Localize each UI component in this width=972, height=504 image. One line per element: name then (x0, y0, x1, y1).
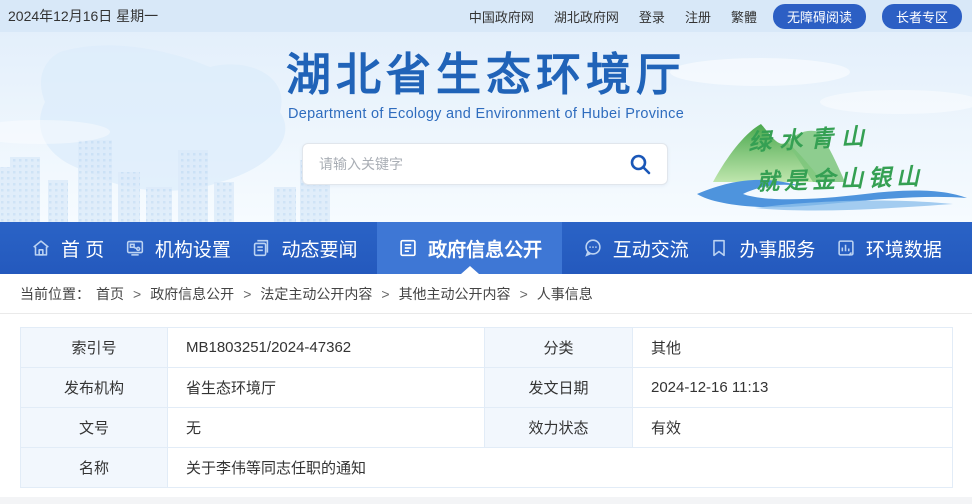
nav-item-env-data[interactable]: 环境数据 (835, 222, 942, 274)
gov-info-icon (397, 237, 419, 259)
nav-item-interaction[interactable]: 互动交流 (582, 222, 689, 274)
crumb-other-disclosure[interactable]: 其他主动公开内容 (399, 284, 511, 304)
slogan-line2: 就是金山银山 (755, 157, 924, 197)
link-china-gov[interactable]: 中国政府网 (469, 7, 534, 26)
current-date: 2024年12月16日 星期一 (8, 6, 158, 26)
table-row: 索引号 MB1803251/2024-47362 分类 其他 (21, 328, 953, 368)
topbar-links: 中国政府网 湖北政府网 登录 注册 繁體 无障碍阅读 长者专区 (449, 4, 962, 29)
page-bottom-strip (0, 497, 972, 504)
news-icon (250, 237, 272, 259)
mountain-water-art (695, 90, 970, 220)
link-hubei-gov[interactable]: 湖北政府网 (554, 7, 619, 26)
meta-value-category: 其他 (633, 328, 953, 368)
nav-item-news[interactable]: 动态要闻 (250, 222, 357, 274)
main-nav: 首 页 机构设置 动态要闻 政府信息公开 (0, 222, 972, 274)
meta-value-issuing-org: 省生态环境厅 (168, 368, 485, 408)
meta-label-issue-date: 发文日期 (485, 368, 633, 408)
link-register[interactable]: 注册 (685, 7, 711, 26)
nav-item-services[interactable]: 办事服务 (708, 222, 815, 274)
crumb-separator: > (133, 286, 141, 302)
search-button[interactable] (625, 149, 655, 179)
site-header: 湖北省生态环境厅 Department of Ecology and Envir… (0, 32, 972, 222)
link-login[interactable]: 登录 (639, 7, 665, 26)
crumb-personnel-info[interactable]: 人事信息 (537, 284, 593, 304)
crumb-statutory-disclosure[interactable]: 法定主动公开内容 (260, 284, 372, 304)
search-input[interactable] (319, 156, 625, 172)
senior-zone-button[interactable]: 长者专区 (882, 4, 962, 29)
meta-label-category: 分类 (485, 328, 633, 368)
nav-label: 首 页 (61, 235, 104, 262)
nav-label: 环境数据 (866, 235, 942, 262)
meta-value-doc-no: 无 (168, 408, 485, 448)
document-meta-section: 索引号 MB1803251/2024-47362 分类 其他 发布机构 省生态环… (0, 314, 972, 488)
site-search (302, 143, 668, 185)
meta-label-issuing-org: 发布机构 (21, 368, 168, 408)
search-icon (628, 152, 652, 176)
table-row: 文号 无 效力状态 有效 (21, 408, 953, 448)
crumb-separator: > (381, 286, 389, 302)
table-row: 发布机构 省生态环境厅 发文日期 2024-12-16 11:13 (21, 368, 953, 408)
breadcrumb-prefix: 当前位置： (20, 284, 90, 304)
chat-icon (582, 237, 604, 259)
table-row: 名称 关于李伟等同志任职的通知 (21, 448, 953, 488)
accessibility-reading-button[interactable]: 无障碍阅读 (773, 4, 866, 29)
data-chart-icon (835, 237, 857, 259)
org-icon (124, 237, 146, 259)
slogan-line1: 绿水青山 (747, 117, 873, 157)
crumb-separator: > (243, 286, 251, 302)
nav-item-gov-info[interactable]: 政府信息公开 (377, 222, 562, 274)
crumb-gov-info[interactable]: 政府信息公开 (150, 284, 234, 304)
meta-label-index-no: 索引号 (21, 328, 168, 368)
active-tab-pointer (461, 266, 479, 274)
meta-value-issue-date: 2024-12-16 11:13 (633, 368, 953, 408)
meta-value-index-no: MB1803251/2024-47362 (168, 328, 485, 368)
nav-label: 办事服务 (739, 235, 815, 262)
nav-item-org[interactable]: 机构设置 (124, 222, 231, 274)
bookmark-icon (708, 237, 730, 259)
document-meta-table: 索引号 MB1803251/2024-47362 分类 其他 发布机构 省生态环… (20, 327, 953, 488)
link-traditional-chinese[interactable]: 繁體 (731, 7, 757, 26)
meta-label-doc-no: 文号 (21, 408, 168, 448)
breadcrumb: 当前位置： 首页 > 政府信息公开 > 法定主动公开内容 > 其他主动公开内容 … (0, 274, 972, 314)
nav-item-home[interactable]: 首 页 (30, 222, 104, 274)
top-utility-bar: 2024年12月16日 星期一 中国政府网 湖北政府网 登录 注册 繁體 无障碍… (0, 0, 972, 32)
nav-label: 机构设置 (155, 235, 231, 262)
crumb-home[interactable]: 首页 (96, 284, 124, 304)
meta-value-validity: 有效 (633, 408, 953, 448)
home-icon (30, 237, 52, 259)
meta-value-title: 关于李伟等同志任职的通知 (168, 448, 953, 488)
crumb-separator: > (520, 286, 528, 302)
nav-label: 动态要闻 (281, 235, 357, 262)
meta-label-title: 名称 (21, 448, 168, 488)
nav-label: 政府信息公开 (428, 235, 542, 262)
nav-label: 互动交流 (613, 235, 689, 262)
meta-label-validity: 效力状态 (485, 408, 633, 448)
